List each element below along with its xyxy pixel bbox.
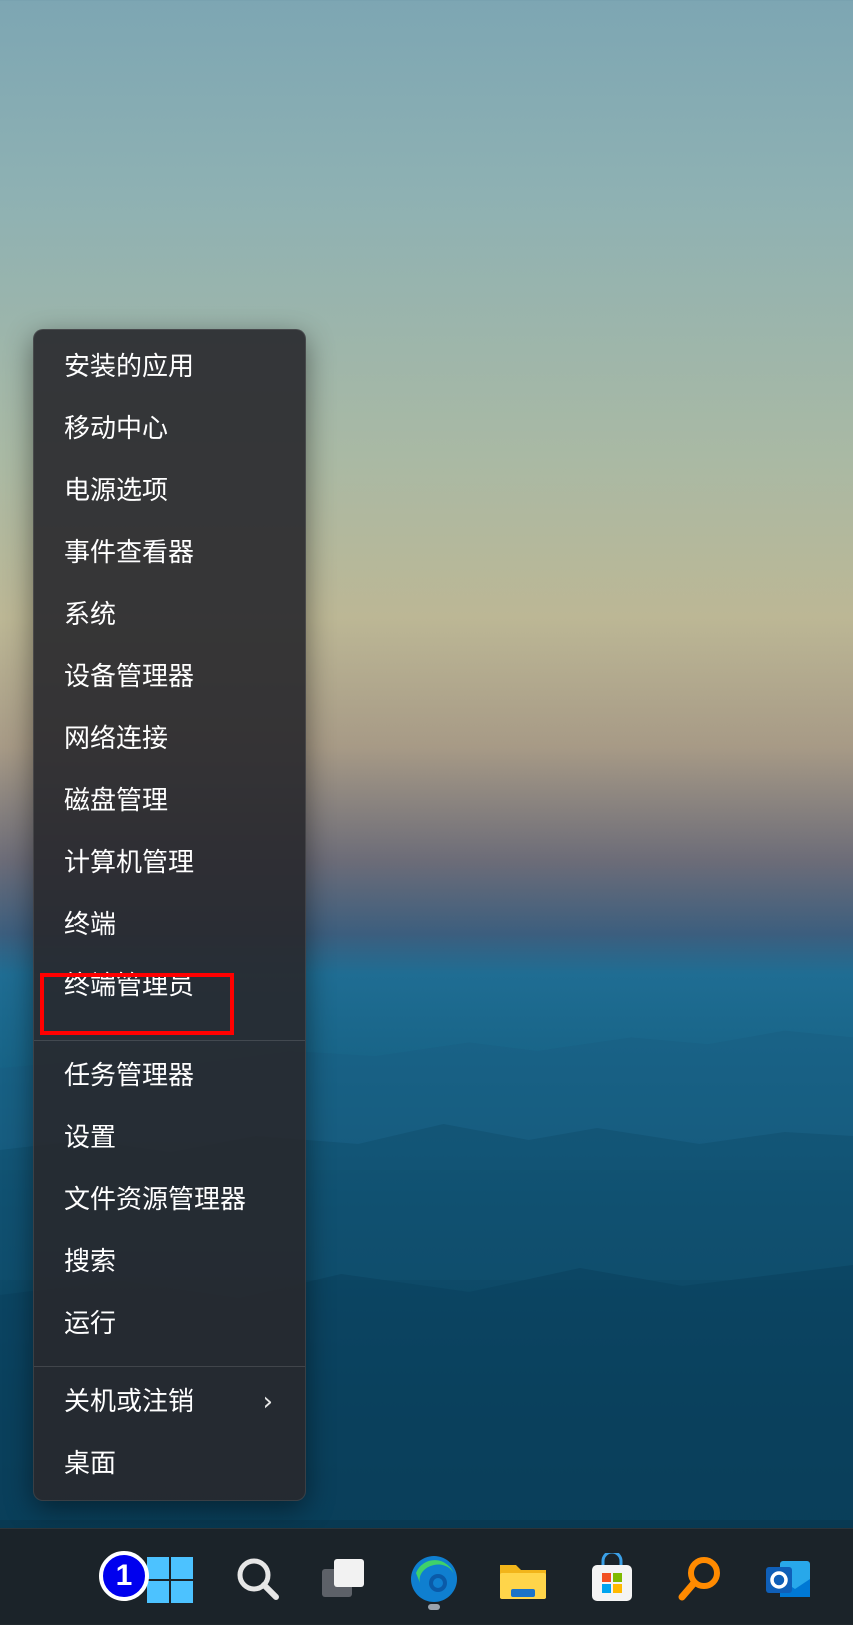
menu-divider [34, 1366, 305, 1367]
menu-item-system[interactable]: 系统 [34, 587, 305, 643]
menu-item-power-options[interactable]: 电源选项 [34, 463, 305, 519]
edge-browser-icon[interactable] [408, 1553, 460, 1605]
chevron-right-icon: › [262, 1387, 273, 1417]
taskbar: 1 [0, 1528, 853, 1625]
outlook-icon[interactable] [762, 1553, 814, 1605]
highlight-annotation-box [40, 973, 234, 1035]
menu-item-shutdown-signout[interactable]: 关机或注销 › [34, 1374, 305, 1430]
menu-item-disk-management[interactable]: 磁盘管理 [34, 773, 305, 829]
menu-item-network-connections[interactable]: 网络连接 [34, 711, 305, 767]
menu-item-desktop[interactable]: 桌面 [34, 1436, 305, 1492]
menu-item-file-explorer[interactable]: 文件资源管理器 [34, 1172, 305, 1228]
menu-item-label: 关机或注销 [64, 1387, 195, 1417]
microsoft-store-icon[interactable] [586, 1550, 638, 1605]
menu-item-run[interactable]: 运行 [34, 1296, 305, 1352]
active-app-indicator [428, 1604, 440, 1610]
menu-item-device-manager[interactable]: 设备管理器 [34, 649, 305, 705]
menu-item-task-manager[interactable]: 任务管理器 [34, 1048, 305, 1104]
menu-item-search[interactable]: 搜索 [34, 1234, 305, 1290]
winx-context-menu: 安装的应用 移动中心 电源选项 事件查看器 系统 设备管理器 网络连接 磁盘管理… [33, 329, 306, 1501]
menu-item-installed-apps[interactable]: 安装的应用 [34, 339, 305, 395]
windows-start-icon[interactable] [143, 1553, 195, 1605]
menu-item-mobility-center[interactable]: 移动中心 [34, 401, 305, 457]
task-view-icon[interactable] [318, 1553, 370, 1605]
menu-item-computer-management[interactable]: 计算机管理 [34, 835, 305, 891]
search-app-icon[interactable] [674, 1553, 726, 1605]
search-icon[interactable] [232, 1553, 284, 1605]
menu-item-terminal[interactable]: 终端 [34, 897, 305, 953]
file-explorer-icon[interactable] [497, 1553, 549, 1605]
menu-item-event-viewer[interactable]: 事件查看器 [34, 525, 305, 581]
menu-item-settings[interactable]: 设置 [34, 1110, 305, 1166]
step-number-badge: 1 [99, 1551, 149, 1601]
menu-divider [34, 1040, 305, 1041]
